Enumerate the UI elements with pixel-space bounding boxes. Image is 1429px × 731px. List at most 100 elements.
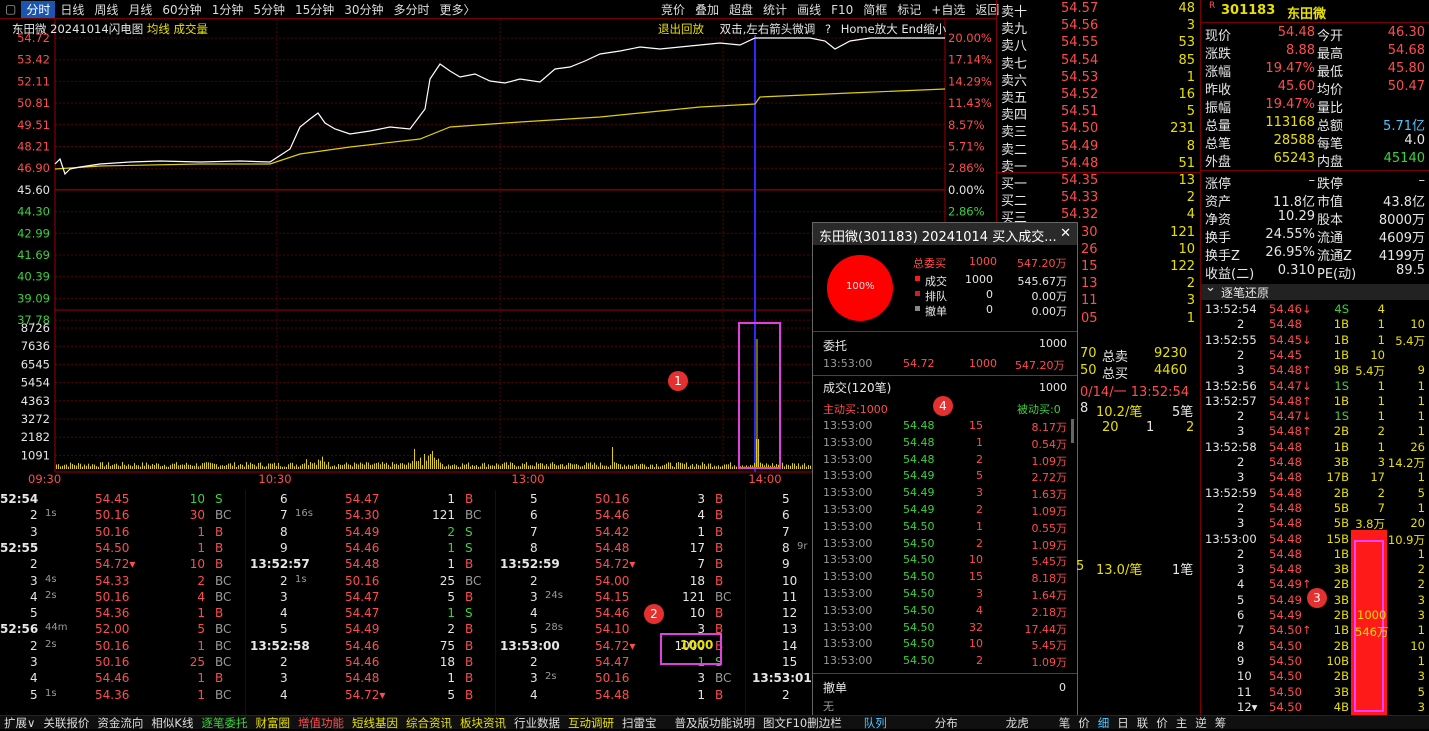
ask-price[interactable]: 54.49 [1061,139,1121,156]
tool-draw[interactable]: 画线 [792,1,826,18]
summary-text: 70 [1080,346,1097,361]
bottom-tab[interactable]: 分布 [931,715,962,731]
bottom-tab[interactable]: 逆 [1191,715,1211,731]
bottom-tab[interactable]: 综合资讯 [402,715,456,731]
bottom-tab[interactable]: 图文F10删边栏 [759,715,846,731]
ticks-header[interactable]: ⌄ 逐笔还原 [1201,280,1429,300]
ask-price[interactable]: 54.48 [1061,156,1121,173]
tool-f10[interactable]: F10 [826,3,858,17]
bottom-tab[interactable]: 筹 [1211,715,1231,731]
detail-price: 54.48 [595,687,630,702]
tab-more[interactable]: 更多〉 [435,1,481,18]
bid-price[interactable]: 54.33 [1061,190,1121,207]
tick-price: 54.48 [1269,455,1302,469]
ask-price[interactable]: 54.51 [1061,104,1121,121]
collapse-icon[interactable]: ⌄ [1205,280,1216,295]
tick-price: 54.48↑ [1269,363,1312,378]
bottom-tab[interactable]: 笔 [1055,715,1075,731]
bottom-tab[interactable]: 增值功能 [294,715,348,731]
bottom-tab[interactable]: 龙虎 [1002,715,1033,731]
tab-weekly[interactable]: 周线 [89,1,123,18]
tick-count [1349,562,1385,577]
bottom-tab[interactable]: 价 [1074,715,1094,731]
detail-price: 54.45 [95,492,130,506]
tool-stats[interactable]: 统计 [758,1,792,18]
tick-count [1349,639,1385,654]
bottom-tab[interactable]: 价 [1152,715,1172,731]
deal-volume: 4 [976,603,983,617]
tab-multi-intraday[interactable]: 多分时 [389,1,435,18]
bottom-tab[interactable]: 财富圈 [251,715,294,731]
deal-price: 54.50 [903,654,935,668]
exit-replay-button[interactable]: 退出回放 [658,22,704,36]
detail-time: 7 [280,508,288,523]
pct-tick: 11.43% [948,96,992,110]
volume-bar [546,464,547,469]
tab-daily[interactable]: 日线 [55,1,89,18]
detail-side: B [215,524,224,539]
bottom-tab[interactable]: 逐笔委托 [197,715,251,731]
bottom-tab[interactable]: 短线基因 [348,715,402,731]
tab-monthly[interactable]: 月线 [123,1,157,18]
detail-side: S [215,492,223,506]
bottom-tab[interactable]: 扫雷宝 [618,715,661,731]
bottom-tab[interactable]: 资金流向 [93,715,147,731]
tick-count [1349,669,1385,684]
volume-bar [282,466,283,469]
volume-bar [230,463,231,469]
bottom-tab[interactable]: 队列 [860,715,891,731]
bottom-tab[interactable]: 细 [1094,715,1114,731]
volume-bar [562,464,563,469]
tick-count: 3 [1377,455,1385,469]
tool-super[interactable]: 超盘 [724,1,758,18]
fund-label: PE(动) [1317,267,1357,282]
volume-bar [656,463,657,469]
volume-bar [564,466,565,469]
tab-60min[interactable]: 60分钟 [157,1,206,18]
tool-mark[interactable]: 标记 [892,1,926,18]
tool-auction[interactable]: 竞价 [656,1,690,18]
volume-bar [318,459,319,469]
volume-bar [164,464,165,469]
tab-5min[interactable]: 5分钟 [248,1,290,18]
ask-price[interactable]: 54.57 [1061,1,1121,18]
ask-price[interactable]: 54.52 [1061,87,1121,104]
volume-bar [104,466,105,469]
bottom-tab[interactable]: 联 [1133,715,1153,731]
volume-bar [726,464,727,469]
bottom-tab[interactable]: 行业数据 [510,715,564,731]
bottom-tab[interactable]: 互动调研 [564,715,618,731]
ask-price[interactable]: 54.55 [1061,35,1121,52]
tool-add-watch[interactable]: +自选 [926,1,970,18]
ask-price[interactable]: 54.54 [1061,53,1121,70]
volume-bar [88,463,89,469]
bottom-tab[interactable]: 主 [1172,715,1192,731]
tool-frame[interactable]: 简框 [858,1,892,18]
tool-overlay[interactable]: 叠加 [690,1,724,18]
close-icon[interactable]: ✕ [1060,226,1071,241]
tab-15min[interactable]: 15分钟 [290,1,339,18]
fund-label: 跌停 [1317,177,1344,192]
bottom-tab[interactable]: 日 [1113,715,1133,731]
volume-bar [516,466,517,469]
ask-price[interactable]: 54.56 [1061,18,1121,35]
volume-bar [146,462,147,469]
bottom-tab[interactable]: 板块资讯 [456,715,510,731]
tab-intraday[interactable]: 分时 [21,0,56,18]
tab-30min[interactable]: 30分钟 [339,1,388,18]
bottom-tab[interactable]: 相似K线 [147,715,197,731]
ask-price[interactable]: 54.50 [1061,121,1121,138]
bottom-tab[interactable]: 普及版功能说明 [670,715,759,731]
detail-price: 54.47 [345,492,380,506]
popup-header: 东田微(301183) 20241014 买入成交... ✕ [813,223,1077,245]
tab-1min[interactable]: 1分钟 [207,1,249,18]
bid-price[interactable]: 54.35 [1061,173,1121,190]
bottom-tab[interactable]: 关联报价 [39,715,93,731]
help-icon[interactable]: ? [825,22,831,36]
detail-gap: 44m [45,622,68,634]
bottom-tab[interactable]: 扩展∨ [0,715,39,731]
menu-icon[interactable]: ▢ [0,2,21,16]
volume-bar [236,466,237,469]
volume-bar [418,460,419,469]
ask-price[interactable]: 54.53 [1061,70,1121,87]
